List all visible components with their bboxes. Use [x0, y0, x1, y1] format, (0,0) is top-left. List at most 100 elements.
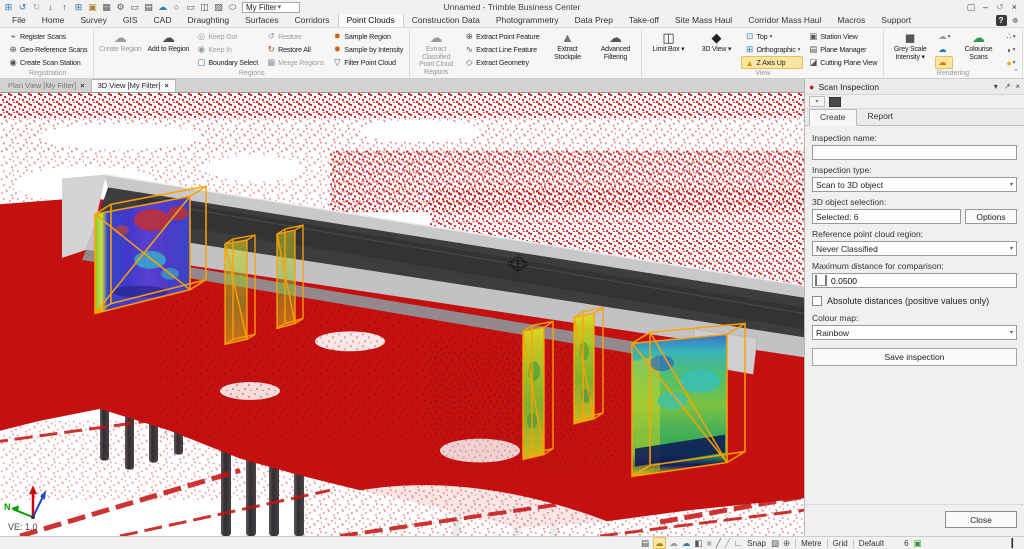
menu-tab-take-off[interactable]: Take-off: [621, 14, 667, 27]
user-icon[interactable]: ☻: [1011, 15, 1020, 26]
menu-tab-draughting[interactable]: Draughting: [179, 14, 237, 27]
globe-button[interactable]: ⊕: [783, 538, 790, 548]
export-button[interactable]: ↑: [59, 2, 70, 12]
ribbon-button-create-region[interactable]: ☁Create Region: [97, 30, 143, 55]
circle-select-button[interactable]: ○: [171, 2, 182, 12]
view-tab-3d-view[interactable]: 3D View [My Filter]×: [91, 79, 176, 92]
ribbon-button-extract-stockpile[interactable]: ▲Extract Stockpile: [544, 30, 590, 62]
ribbon-button-sample-by-intensity[interactable]: ✹Sample by Intensity: [329, 43, 406, 56]
colour-map-select[interactable]: Rainbow ▾: [812, 325, 1017, 340]
menu-tab-survey[interactable]: Survey: [72, 14, 114, 27]
green-cube-button[interactable]: ▣: [914, 538, 922, 548]
close-button[interactable]: ×: [1012, 2, 1017, 13]
panel-view-icon[interactable]: [829, 97, 841, 107]
ellipse-select-button[interactable]: ⬭: [227, 2, 238, 12]
ribbon-button-filter-point-cloud[interactable]: ▽Filter Point Cloud: [329, 56, 406, 69]
redo-button[interactable]: ↻: [31, 2, 42, 12]
menu-tab-support[interactable]: Support: [873, 14, 919, 27]
new-document-button[interactable]: ▭: [129, 2, 140, 12]
style-selector[interactable]: Default: [859, 539, 884, 548]
menu-tab-file[interactable]: File: [4, 14, 34, 27]
ribbon-button-merge-regions[interactable]: ▦Merge Regions: [263, 56, 327, 69]
cloud-highlight-button[interactable]: ☁: [653, 537, 666, 549]
ribbon-button-register-scans[interactable]: ⌖Register Scans: [5, 30, 90, 43]
cloud-grey-button[interactable]: ☁: [670, 538, 679, 548]
unit-selector[interactable]: Metre: [801, 539, 821, 548]
cloud-download-button[interactable]: ☁: [157, 2, 168, 12]
ribbon-button-extract-geometry[interactable]: ◇Extract Geometry: [461, 56, 542, 69]
view-tab-plan-view[interactable]: Plan View [My Filter]×: [2, 80, 91, 92]
contrast-square-button[interactable]: ◧: [695, 538, 703, 548]
ribbon-button-restore-all[interactable]: ↻Restore All: [263, 43, 327, 56]
view-switch-button[interactable]: ▢: [967, 2, 976, 13]
ribbon-button-create-scan-station[interactable]: ◉Create Scan Station: [5, 56, 90, 69]
display-button[interactable]: ▤: [143, 2, 154, 12]
panel-dropdown-icon[interactable]: ▾: [994, 82, 998, 92]
minimize-button[interactable]: –: [983, 2, 988, 13]
grid-selector[interactable]: Grid: [833, 539, 848, 548]
open-folder-button[interactable]: ▣: [87, 2, 98, 12]
rectangle-select-button[interactable]: ▭: [185, 2, 196, 12]
ribbon-button-keep-in[interactable]: ◉Keep In: [193, 43, 261, 56]
menu-tab-site-mass-haul[interactable]: Site Mass Haul: [667, 14, 740, 27]
inspection-type-select[interactable]: Scan to 3D object ▾: [812, 177, 1017, 192]
ribbon-button-extract-classified-point-cloud-regions[interactable]: ☁Extract Classified Point Cloud Regions: [413, 30, 459, 78]
ribbon-button-station-view[interactable]: ▣Station View: [805, 30, 880, 43]
box-3d-button[interactable]: ◫: [199, 2, 210, 12]
ribbon-button-render-cloud-1[interactable]: ☁▾: [935, 30, 953, 43]
save-inspection-button[interactable]: Save inspection: [812, 348, 1017, 366]
panel-tab-create[interactable]: Create: [809, 109, 857, 126]
ribbon-button-advanced-filtering[interactable]: ☁Advanced Filtering: [592, 30, 638, 62]
menu-tab-corridors[interactable]: Corridors: [287, 14, 338, 27]
ribbon-button-boundary-select[interactable]: ▢Boundary Select: [193, 56, 261, 69]
ribbon-button-colourise-scans[interactable]: ☁Colourise Scans: [955, 30, 1001, 62]
menu-tab-cad[interactable]: CAD: [146, 14, 180, 27]
ribbon-button-extract-line-feature[interactable]: ∿Extract Line Feature: [461, 43, 542, 56]
view-filter-dropdown[interactable]: My Filter ▾: [242, 2, 300, 13]
3d-viewport[interactable]: N VE: 1.0: [0, 92, 804, 536]
snap-line-button[interactable]: ╱: [716, 538, 721, 548]
max-distance-input[interactable]: [829, 275, 1016, 287]
snap-label[interactable]: Snap: [747, 539, 766, 548]
ribbon-button-render-cloud-2[interactable]: ☁: [935, 43, 953, 56]
save-button[interactable]: ▦: [101, 2, 112, 12]
snap-perp-button[interactable]: ∟: [734, 538, 742, 548]
settings-button[interactable]: ⚙: [115, 2, 126, 12]
max-distance-field[interactable]: [812, 273, 1017, 288]
panel-tab-report[interactable]: Report: [857, 108, 905, 125]
ribbon-button-restore[interactable]: ↺Restore: [263, 30, 327, 43]
ribbon-button-limit-box[interactable]: ◫Limit Box ▾: [645, 30, 691, 55]
ribbon-button-sample-region[interactable]: ✸Sample Region: [329, 30, 406, 43]
menu-tab-gis[interactable]: GIS: [115, 14, 146, 27]
inspection-name-input[interactable]: [812, 145, 1017, 160]
ribbon-button-render-cloud-3[interactable]: ☁: [935, 56, 953, 69]
ribbon-button-geo-reference-scans[interactable]: ⊕Geo-Reference Scans: [5, 43, 90, 56]
menu-tab-point-clouds[interactable]: Point Clouds: [338, 13, 404, 27]
menu-tab-data-prep[interactable]: Data Prep: [567, 14, 621, 27]
ribbon-button-cutting-plane-view[interactable]: ◪Cutting Plane View: [805, 56, 880, 69]
image-button[interactable]: ▨: [771, 538, 779, 548]
menu-tab-home[interactable]: Home: [34, 14, 73, 27]
panel-options-dropdown[interactable]: ▾: [809, 96, 825, 107]
panel-close-icon[interactable]: ×: [1015, 82, 1020, 92]
image-capture-button[interactable]: ▧: [213, 2, 224, 12]
menu-tab-photogrammetry[interactable]: Photogrammetry: [488, 14, 567, 27]
ribbon-button-3d-view[interactable]: ◆3D View ▾: [693, 30, 739, 55]
ribbon-collapse-button[interactable]: ⌃: [1010, 68, 1022, 76]
menu-tab-construction-data[interactable]: Construction Data: [404, 14, 488, 27]
panel-toggle-icon[interactable]: ▎: [1011, 538, 1018, 548]
close-tab-icon[interactable]: ×: [164, 81, 168, 90]
reference-region-select[interactable]: Never Classified ▾: [812, 241, 1017, 256]
absolute-distances-checkbox[interactable]: [812, 296, 822, 306]
close-tab-icon[interactable]: ×: [80, 81, 84, 90]
app-logo-button[interactable]: ⊞: [3, 2, 14, 12]
menu-tab-corridor-mass-haul[interactable]: Corridor Mass Haul: [740, 14, 829, 27]
ribbon-button-shading[interactable]: ◗▾: [1003, 43, 1018, 56]
pin-icon[interactable]: ⤒: [1002, 82, 1012, 92]
options-button[interactable]: Options: [965, 209, 1017, 224]
grey-square-button[interactable]: ■: [707, 538, 712, 548]
new-item-button[interactable]: ⊞: [73, 2, 84, 12]
object-selection-input[interactable]: [812, 209, 961, 224]
ribbon-button-z-axis-up[interactable]: ▲Z Axis Up: [741, 56, 803, 69]
display-button[interactable]: ▤: [641, 538, 649, 548]
